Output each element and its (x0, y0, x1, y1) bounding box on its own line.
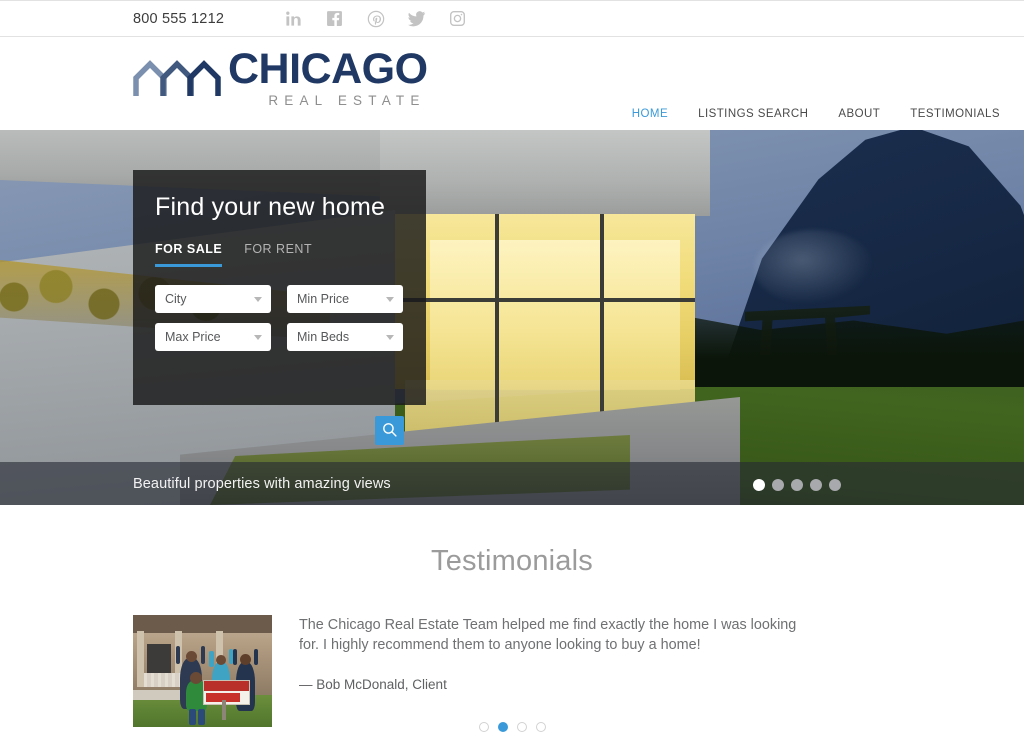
linkedin-icon[interactable] (284, 9, 303, 28)
nav-item-listings-search[interactable]: LISTINGS SEARCH (698, 108, 808, 120)
property-search-panel: Find your new home FOR SALE FOR RENT Cit… (133, 170, 426, 445)
max-price-select-value: Max Price (165, 330, 221, 344)
site-header: CHICAGO REAL ESTATE HOME LISTINGS SEARCH… (0, 37, 1024, 130)
chevron-down-icon (254, 335, 262, 340)
hero-slider: Find your new home FOR SALE FOR RENT Cit… (0, 130, 1024, 505)
testimonial-photo (133, 615, 272, 727)
max-price-select[interactable]: Max Price (155, 323, 271, 351)
logo-tagline: REAL ESTATE (268, 93, 426, 108)
city-select-value: City (165, 292, 187, 306)
testimonial-dot-4[interactable] (535, 722, 546, 732)
min-beds-select[interactable]: Min Beds (287, 323, 403, 351)
hero-caption: Beautiful properties with amazing views (133, 475, 391, 492)
logo[interactable]: CHICAGO REAL ESTATE (133, 47, 428, 108)
hero-dot-1[interactable] (753, 479, 765, 491)
hero-caption-bar: Beautiful properties with amazing views (0, 462, 1024, 505)
testimonial-quote: The Chicago Real Estate Team helped me f… (299, 617, 797, 653)
search-fields: City Min Price Max Price Min Beds (155, 285, 404, 351)
facebook-icon[interactable] (325, 9, 344, 28)
listing-type-tabs: FOR SALE FOR RENT (155, 242, 404, 267)
min-price-select[interactable]: Min Price (287, 285, 403, 313)
testimonial-dot-1[interactable] (478, 722, 489, 732)
chevron-down-icon (254, 297, 262, 302)
magnifier-icon (381, 421, 398, 441)
top-bar: 800 555 1212 (0, 0, 1024, 37)
twitter-icon[interactable] (407, 9, 426, 28)
min-price-select-value: Min Price (297, 292, 350, 306)
testimonial-dots (0, 722, 1024, 732)
main-navigation: HOME LISTINGS SEARCH ABOUT TESTIMONIALS (632, 108, 1000, 120)
testimonials-title: Testimonials (431, 545, 593, 577)
nav-item-about[interactable]: ABOUT (838, 108, 880, 120)
min-beds-select-value: Min Beds (297, 330, 350, 344)
house-rooflines-icon (133, 56, 221, 103)
hero-dot-2[interactable] (772, 479, 784, 491)
search-submit-button[interactable] (375, 416, 404, 445)
city-select[interactable]: City (155, 285, 271, 313)
hero-slider-dots (753, 479, 841, 491)
logo-name: CHICAGO (228, 45, 428, 93)
chevron-down-icon (386, 297, 394, 302)
hero-dot-5[interactable] (829, 479, 841, 491)
testimonial-dot-3[interactable] (516, 722, 527, 732)
chevron-down-icon (386, 335, 394, 340)
hero-dot-3[interactable] (791, 479, 803, 491)
testimonial-dot-2[interactable] (497, 722, 508, 732)
instagram-icon[interactable] (448, 9, 467, 28)
testimonial-author: — Bob McDonald, Client (299, 677, 447, 692)
testimonials-section: Testimonials The Chicago Real Estate Tea… (0, 505, 1024, 746)
pinterest-icon[interactable] (366, 9, 385, 28)
tab-for-sale[interactable]: FOR SALE (155, 242, 223, 267)
nav-item-home[interactable]: HOME (632, 108, 668, 120)
hero-dot-4[interactable] (810, 479, 822, 491)
testimonial-item: The Chicago Real Estate Team helped me f… (133, 615, 1024, 727)
nav-item-testimonials[interactable]: TESTIMONIALS (910, 108, 1000, 120)
tab-for-rent[interactable]: FOR RENT (244, 242, 312, 267)
social-links (284, 9, 467, 28)
phone-number: 800 555 1212 (133, 10, 225, 27)
search-panel-title: Find your new home (155, 193, 386, 221)
